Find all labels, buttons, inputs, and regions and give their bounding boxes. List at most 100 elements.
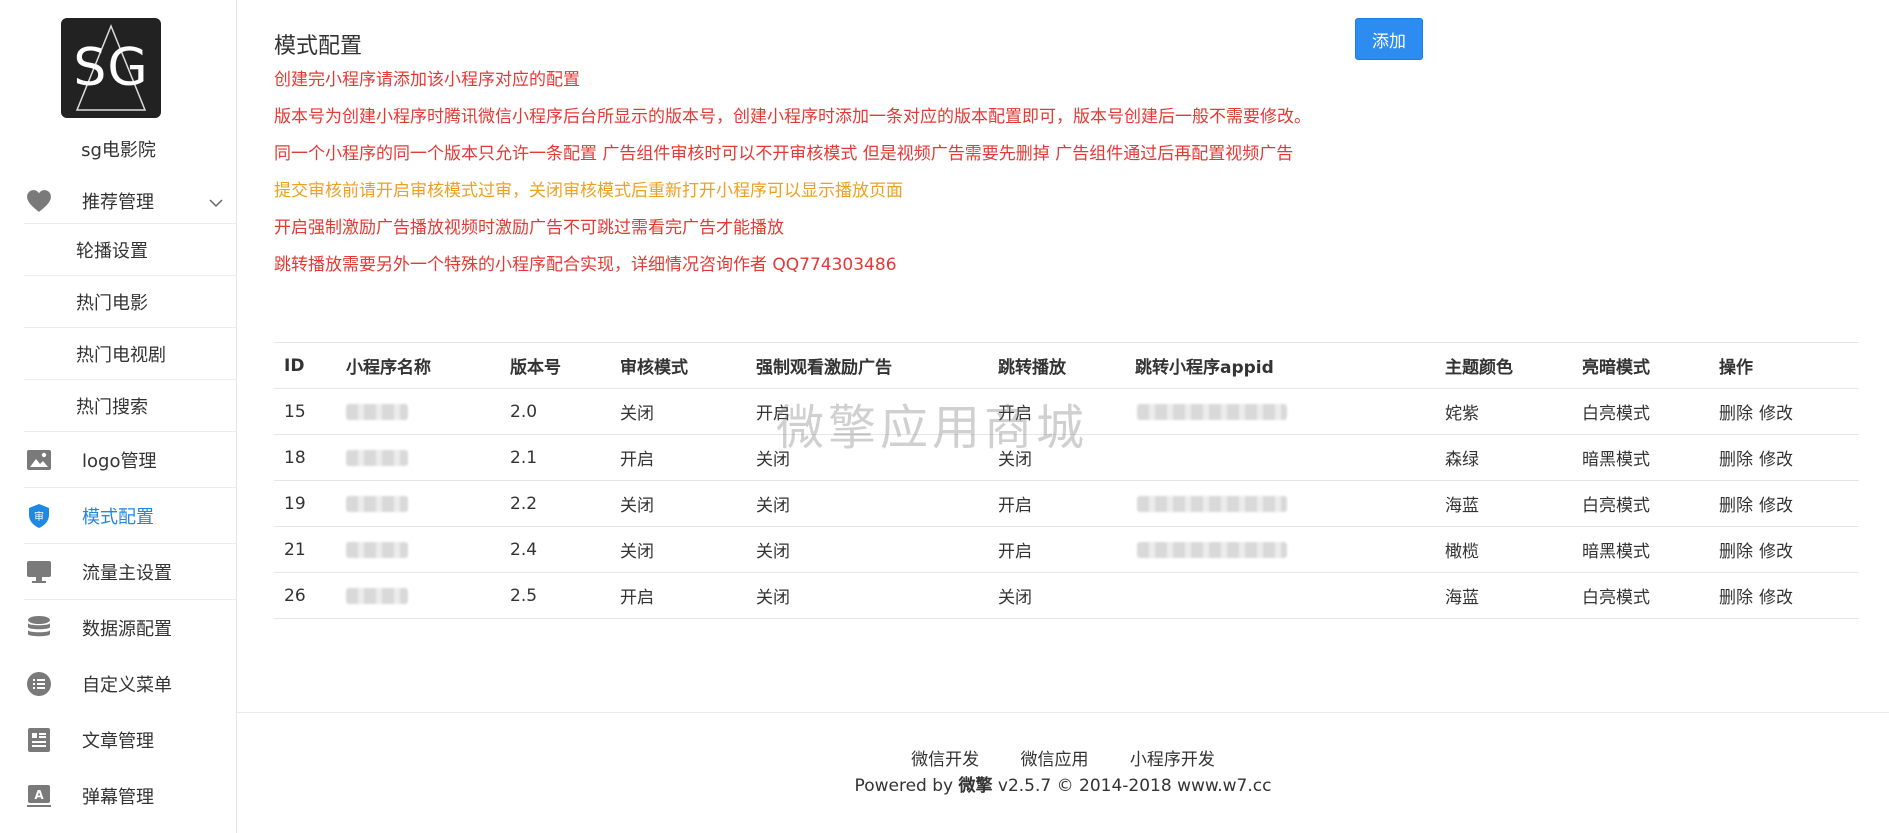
footer-link-wechat-dev[interactable]: 微信开发 (911, 750, 979, 770)
sidebar-item-label: 自定义菜单 (82, 675, 172, 696)
header-appid: 跳转小程序appid (1125, 342, 1435, 389)
cell-theme: 海蓝 (1435, 480, 1572, 527)
sidebar-item-label: 弹幕管理 (82, 787, 154, 808)
redacted-name (346, 449, 408, 466)
cell-audit: 开启 (610, 434, 746, 481)
cell-version: 2.5 (500, 572, 610, 619)
delete-link[interactable]: 删除 (1719, 404, 1753, 424)
sidebar-item-label: 文章管理 (82, 731, 154, 752)
header-force-ad: 强制观看激励广告 (746, 342, 988, 389)
sidebar-item-datasource[interactable]: 数据源配置 (24, 600, 237, 656)
sidebar-item-hot-search[interactable]: 热门搜索 (24, 380, 237, 432)
sidebar-item-label: 热门搜索 (76, 396, 148, 418)
sidebar-item-label: 热门电视剧 (76, 344, 166, 366)
cell-ops: 删除 修改 (1709, 572, 1859, 619)
cell-appid (1125, 526, 1435, 573)
edit-link[interactable]: 修改 (1759, 496, 1793, 516)
sidebar-item-custom-menu[interactable]: 自定义菜单 (24, 656, 237, 712)
cell-version: 2.2 (500, 480, 610, 527)
cell-theme: 姹紫 (1435, 388, 1572, 435)
brand-name: sg电影院 (81, 140, 156, 161)
footer-link-wechat-app[interactable]: 微信应用 (1021, 750, 1089, 770)
shield-icon: 审 (24, 501, 54, 531)
copy-prefix: Powered by (854, 776, 959, 796)
redacted-name (346, 587, 408, 604)
delete-link[interactable]: 删除 (1719, 496, 1753, 516)
monitor-icon (24, 557, 54, 587)
database-icon (24, 613, 54, 643)
delete-link[interactable]: 删除 (1719, 588, 1753, 608)
edit-link[interactable]: 修改 (1759, 588, 1793, 608)
cell-ops: 删除 修改 (1709, 388, 1859, 435)
watermark: 微擎应用商城 (776, 400, 1089, 456)
config-table: ID 小程序名称 版本号 审核模式 强制观看激励广告 跳转播放 跳转小程序app… (274, 342, 1859, 619)
note-5: 开启强制激励广告播放视频时激励广告不可跳过需看完广告才能播放 (274, 218, 784, 238)
heart-icon (24, 186, 54, 216)
cell-name (336, 434, 500, 481)
header-audit: 审核模式 (610, 342, 746, 389)
sidebar-item-logo[interactable]: logo管理 (24, 432, 237, 488)
edit-link[interactable]: 修改 (1759, 542, 1793, 562)
list-icon (24, 669, 54, 699)
article-icon (24, 725, 54, 755)
cell-ops: 删除 修改 (1709, 480, 1859, 527)
table-row: 19 2.2 关闭 关闭 开启 海蓝 白亮模式 删除 修改 (274, 480, 1859, 527)
cell-appid (1125, 480, 1435, 527)
sidebar-item-label: 轮播设置 (76, 240, 148, 262)
edit-link[interactable]: 修改 (1759, 450, 1793, 470)
cell-version: 2.4 (500, 526, 610, 573)
sidebar-item-hot-tv[interactable]: 热门电视剧 (24, 328, 237, 380)
sidebar-item-label: 数据源配置 (82, 619, 172, 640)
footer-link-miniprogram[interactable]: 小程序开发 (1130, 750, 1215, 770)
barrage-icon: A (24, 781, 54, 811)
cell-jump: 开启 (988, 526, 1125, 573)
redacted-name (346, 403, 408, 420)
cell-mode: 白亮模式 (1572, 480, 1709, 527)
cell-name (336, 480, 500, 527)
svg-text:审: 审 (34, 510, 44, 523)
add-button[interactable]: 添加 (1355, 18, 1423, 60)
cell-audit: 开启 (610, 572, 746, 619)
header-id: ID (274, 342, 336, 389)
delete-link[interactable]: 删除 (1719, 450, 1753, 470)
sidebar-item-traffic[interactable]: 流量主设置 (24, 544, 237, 600)
cell-ops: 删除 修改 (1709, 434, 1859, 481)
cell-mode: 暗黑模式 (1572, 526, 1709, 573)
table-row: 21 2.4 关闭 关闭 开启 橄榄 暗黑模式 删除 修改 (274, 526, 1859, 573)
cell-version: 2.1 (500, 434, 610, 481)
sidebar-item-carousel[interactable]: 轮播设置 (24, 224, 237, 276)
sidebar-item-barrage[interactable]: A 弹幕管理 (24, 768, 237, 824)
cell-appid (1125, 388, 1435, 435)
edit-link[interactable]: 修改 (1759, 404, 1793, 424)
footer-copyright: Powered by 微擎 v2.5.7 © 2014-2018 www.w7.… (237, 771, 1889, 796)
sidebar-item-label: 推荐管理 (82, 191, 154, 213)
cell-theme: 橄榄 (1435, 526, 1572, 573)
redacted-appid (1137, 541, 1287, 558)
header-name: 小程序名称 (336, 342, 500, 389)
sidebar-item-mode-config[interactable]: 审 模式配置 (24, 488, 237, 544)
sidebar-item-recommend[interactable]: 推荐管理 (24, 178, 237, 224)
cell-theme: 海蓝 (1435, 572, 1572, 619)
footer-links: 微信开发 微信应用 小程序开发 (237, 745, 1889, 770)
copy-brand: 微擎 (958, 776, 993, 796)
sidebar-item-articles[interactable]: 文章管理 (24, 712, 237, 768)
sidebar-item-label: 模式配置 (82, 506, 154, 528)
cell-force-ad: 关闭 (746, 526, 988, 573)
redacted-appid (1137, 403, 1287, 420)
note-6: 跳转播放需要另外一个特殊的小程序配合实现，详细情况咨询作者 QQ77430348… (274, 255, 897, 275)
chevron-down-icon (209, 192, 223, 213)
redacted-appid (1137, 495, 1287, 512)
cell-mode: 白亮模式 (1572, 388, 1709, 435)
cell-version: 2.0 (500, 388, 610, 435)
logo-text: SG (73, 38, 149, 98)
delete-link[interactable]: 删除 (1719, 542, 1753, 562)
header-jump: 跳转播放 (988, 342, 1125, 389)
cell-force-ad: 关闭 (746, 572, 988, 619)
cell-id: 19 (274, 480, 336, 527)
sidebar-item-hot-movies[interactable]: 热门电影 (24, 276, 237, 328)
redacted-name (346, 541, 408, 558)
cell-name (336, 388, 500, 435)
cell-force-ad: 关闭 (746, 480, 988, 527)
cell-ops: 删除 修改 (1709, 526, 1859, 573)
svg-text:A: A (34, 788, 44, 802)
